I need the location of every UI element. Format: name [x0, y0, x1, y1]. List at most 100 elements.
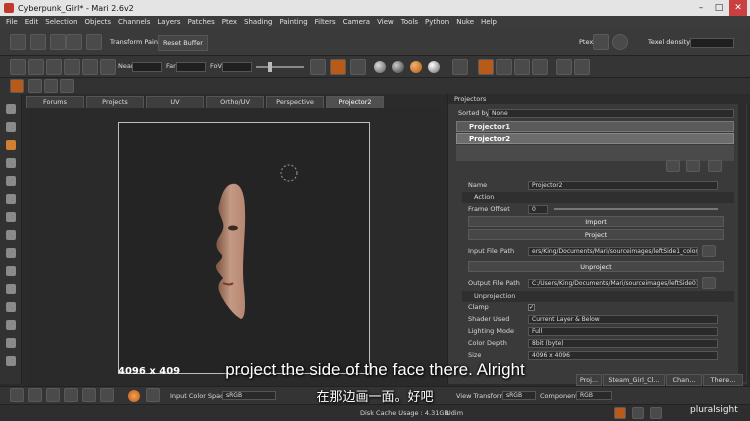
paint-through-tool-icon[interactable] [6, 194, 16, 204]
menu-help[interactable]: Help [481, 18, 497, 26]
axis-icon[interactable] [496, 59, 512, 75]
texel-density-field[interactable] [690, 38, 734, 48]
action-section-header[interactable]: Action [462, 192, 734, 203]
patch-icon[interactable] [46, 59, 62, 75]
menu-python[interactable]: Python [425, 18, 449, 26]
close-button[interactable]: ✕ [729, 0, 747, 16]
projector-item-1[interactable]: Projector1 [456, 121, 734, 132]
frame-offset-slider[interactable] [554, 208, 718, 210]
hide-icon[interactable] [44, 79, 58, 93]
output-browse-icon[interactable] [702, 277, 716, 289]
eraser-tool-icon[interactable] [6, 284, 16, 294]
move-axis-icon[interactable] [514, 59, 530, 75]
minimize-button[interactable]: – [692, 0, 710, 16]
smudge-tool-icon[interactable] [6, 302, 16, 312]
mirror-paint-icon[interactable] [574, 59, 590, 75]
new-file-icon[interactable] [10, 34, 26, 50]
output-file-path-field[interactable]: C:/Users/King/Documents/Mari/sourceimage… [528, 279, 698, 288]
menu-tools[interactable]: Tools [401, 18, 418, 26]
add-projector-icon[interactable] [666, 160, 680, 172]
projector-item-2[interactable]: Projector2 [456, 133, 734, 144]
menu-painting[interactable]: Painting [279, 18, 307, 26]
tab-perspective[interactable]: Perspective [266, 96, 324, 108]
blur-tool-icon[interactable] [6, 212, 16, 222]
projector-settings-icon[interactable] [708, 160, 722, 172]
shader-used-select[interactable]: Current Layer & Below [528, 315, 718, 324]
select-patch-tool-icon[interactable] [6, 122, 16, 132]
fov-field[interactable] [222, 62, 252, 72]
lit-shading-icon[interactable] [392, 61, 404, 73]
color-shading-icon[interactable] [410, 61, 422, 73]
menu-filters[interactable]: Filters [315, 18, 336, 26]
sorted-by-select[interactable]: None [488, 109, 734, 118]
transform-paint-button[interactable]: Transform Paint [106, 35, 164, 49]
full-shading-icon[interactable] [428, 61, 440, 73]
info-icon[interactable] [632, 407, 644, 419]
maximize-button[interactable]: □ [710, 0, 728, 16]
import-button[interactable]: Import [468, 216, 724, 227]
menu-ptex[interactable]: Ptex [222, 18, 237, 26]
slice-tool-icon[interactable] [6, 320, 16, 330]
menu-edit[interactable]: Edit [25, 18, 39, 26]
flip-icon[interactable] [100, 59, 116, 75]
delete-projector-icon[interactable] [686, 160, 700, 172]
menu-nuke[interactable]: Nuke [456, 18, 474, 26]
menu-view[interactable]: View [377, 18, 394, 26]
camera-icon[interactable] [10, 59, 26, 75]
image-icon[interactable] [82, 59, 98, 75]
snap-icon[interactable] [478, 59, 494, 75]
save-icon[interactable] [50, 34, 66, 50]
far-field[interactable] [176, 62, 206, 72]
clamp-checkbox[interactable]: ✓ [528, 304, 535, 311]
menu-layers[interactable]: Layers [157, 18, 180, 26]
light-icon[interactable] [310, 59, 326, 75]
archive-icon[interactable] [66, 34, 82, 50]
display-icon[interactable] [452, 59, 468, 75]
menu-objects[interactable]: Objects [85, 18, 111, 26]
zoom-tool-icon[interactable] [6, 158, 16, 168]
eye-icon[interactable] [28, 79, 42, 93]
texel-density-icon[interactable] [612, 34, 628, 50]
near-field[interactable] [132, 62, 162, 72]
fill-tool-icon[interactable] [6, 338, 16, 348]
name-field[interactable]: Projector2 [528, 181, 718, 190]
fov-slider[interactable] [256, 66, 304, 68]
undo-icon[interactable] [86, 34, 102, 50]
sphere-view-icon[interactable] [64, 59, 80, 75]
pan-hand-tool-icon[interactable] [6, 140, 16, 150]
grid-icon[interactable] [28, 59, 44, 75]
brush-icon[interactable] [10, 79, 24, 93]
input-file-path-field[interactable]: ers/King/Documents/Mari/sourceimages/lef… [528, 247, 698, 256]
log-icon[interactable] [650, 407, 662, 419]
tab-projects[interactable]: Projects [86, 96, 144, 108]
frame-offset-field[interactable]: 0 [528, 205, 548, 214]
tab-ortho-uv[interactable]: Ortho/UV [206, 96, 264, 108]
unproject-button[interactable]: Unproject [468, 261, 724, 272]
fov-slider-handle[interactable] [268, 62, 272, 72]
reset-buffer-button[interactable]: Reset Buffer [158, 35, 208, 51]
tab-forums[interactable]: Forums [26, 96, 84, 108]
menu-file[interactable]: File [6, 18, 18, 26]
mirror-icon[interactable] [556, 59, 572, 75]
render-icon[interactable] [350, 59, 366, 75]
select-tool-icon[interactable] [6, 104, 16, 114]
ptex-icon[interactable] [593, 34, 609, 50]
menu-patches[interactable]: Patches [188, 18, 215, 26]
grid-tool-icon[interactable] [6, 230, 16, 240]
tab-projector2[interactable]: Projector2 [326, 96, 384, 108]
lighting-mode-select[interactable]: Full [528, 327, 718, 336]
clone-tool-icon[interactable] [6, 266, 16, 276]
brush-tool-icon[interactable] [6, 248, 16, 258]
warning-icon[interactable] [614, 407, 626, 419]
menu-shading[interactable]: Shading [244, 18, 272, 26]
menu-channels[interactable]: Channels [118, 18, 150, 26]
scale-axis-icon[interactable] [532, 59, 548, 75]
menu-selection[interactable]: Selection [45, 18, 77, 26]
projector-canvas[interactable] [118, 122, 370, 374]
unprojection-section-header[interactable]: Unprojection [462, 291, 734, 302]
menu-camera[interactable]: Camera [343, 18, 370, 26]
panel-scrollbar[interactable] [738, 104, 746, 382]
size-select[interactable]: 4096 x 4096 [528, 351, 718, 360]
open-file-icon[interactable] [30, 34, 46, 50]
flat-shading-icon[interactable] [374, 61, 386, 73]
